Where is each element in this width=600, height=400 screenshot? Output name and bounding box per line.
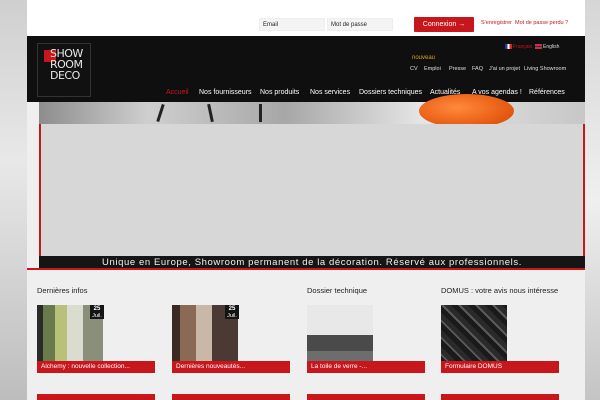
domus-thumbnail [441,305,507,363]
nav-fournisseurs[interactable]: Nos fournisseurs [199,89,252,96]
nav-accueil[interactable]: Accueil [166,89,189,96]
chair-leg [156,103,165,123]
bottom-strip [37,394,155,400]
domus-card[interactable]: Formulaire DOMUS [441,305,559,373]
news-date-badge: 25 Juil. [225,305,239,319]
flag-fr-icon [505,44,512,50]
tech-thumbnail [307,305,373,363]
slider-bottom-border [27,268,585,270]
chair-leg [207,103,214,123]
bottom-strip [307,394,425,400]
register-link[interactable]: S'enregistrer [481,20,512,26]
orange-ottoman [419,94,514,128]
subnav-emploi[interactable]: Emploi [424,66,441,72]
logo-text: SHOW ROOM DECO [50,47,83,82]
site-header: SHOW ROOM DECO Français English nouveau … [27,36,585,102]
subnav-living-showroom[interactable]: Living Showroom [524,66,566,72]
subnav-projet[interactable]: J'ai un projet [489,66,520,72]
bottom-strip [441,394,559,400]
news-date-badge: 25 Juil. [90,305,104,319]
slider-image-area [39,124,585,256]
domus-section-title: DOMUS : votre avis nous intéresse [441,286,559,295]
news-caption[interactable]: Alchemy : nouvelle collection... [37,361,155,373]
nav-services[interactable]: Nos services [310,89,350,96]
news-caption[interactable]: Dernières nouveautés... [172,361,290,373]
bottom-strip [172,394,290,400]
news-card[interactable]: 25 Juil. Dernières nouveautés... [172,305,290,373]
subnav-cv[interactable]: CV [410,66,418,72]
page: Email Mot de passe Connexion → S'enregis… [27,0,585,400]
nav-dossiers-techniques[interactable]: Dossiers techniques [359,89,422,96]
email-field[interactable]: Email [259,18,325,31]
site-logo[interactable]: SHOW ROOM DECO [37,43,91,97]
tech-section-title: Dossier technique [307,286,368,295]
chair-leg [259,104,262,122]
domus-caption[interactable]: Formulaire DOMUS [441,361,559,373]
hero-slider[interactable]: Unique en Europe, Showroom permanent de … [39,94,585,270]
background-right [585,0,600,400]
news-card[interactable]: 25 Juil. Alchemy : nouvelle collection... [37,305,155,373]
news-section-title: Dernières infos [37,286,88,295]
flag-uk-icon [535,44,542,50]
forgot-password-link[interactable]: Mot de passe perdu ? [515,20,568,26]
login-bar: Email Mot de passe Connexion → S'enregis… [27,0,585,36]
password-field[interactable]: Mot de passe [327,18,393,31]
new-badge: nouveau [412,55,436,61]
language-fr[interactable]: Français [505,44,532,50]
tech-caption[interactable]: La toile de verre -... [307,361,425,373]
login-button[interactable]: Connexion → [414,17,474,32]
subnav-faq[interactable]: FAQ [472,66,483,72]
slider-photo [39,94,585,128]
tech-card[interactable]: La toile de verre -... [307,305,425,373]
nav-references[interactable]: Références [529,89,565,96]
subnav-presse[interactable]: Presse [449,66,466,72]
nav-produits[interactable]: Nos produits [260,89,299,96]
language-en[interactable]: English [535,44,559,50]
background-left [0,0,27,400]
